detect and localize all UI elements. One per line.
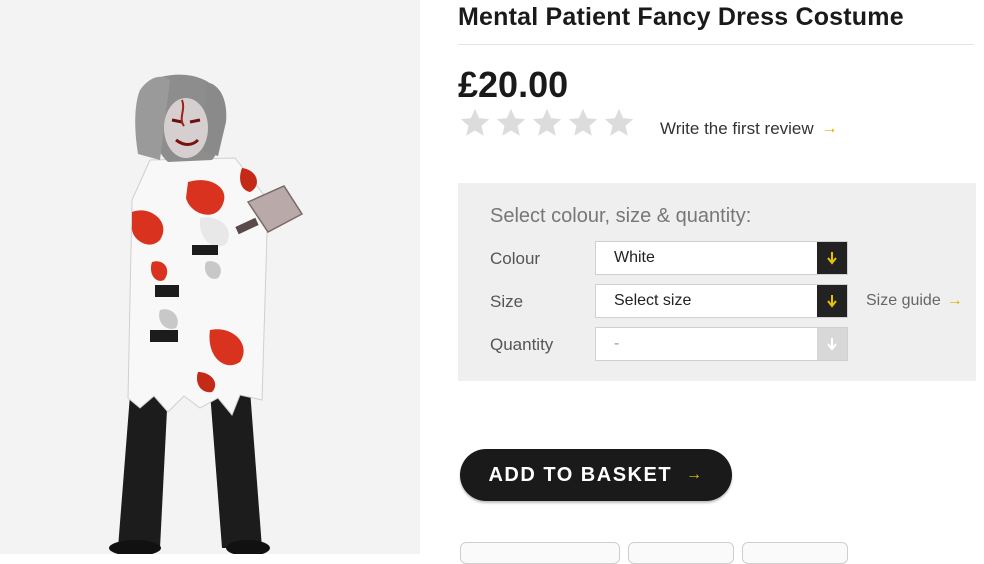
rating-stars bbox=[458, 106, 636, 140]
quantity-select[interactable]: - bbox=[595, 327, 848, 361]
options-panel: Select colour, size & quantity: Colour W… bbox=[458, 183, 976, 381]
product-price: £20.00 bbox=[458, 64, 569, 105]
title-divider bbox=[458, 44, 974, 45]
product-title: Mental Patient Fancy Dress Costume bbox=[458, 3, 904, 31]
star-icon bbox=[460, 108, 490, 136]
arrow-right-icon: → bbox=[686, 466, 704, 483]
secondary-button[interactable] bbox=[460, 542, 620, 564]
arrow-down-icon[interactable] bbox=[817, 328, 847, 360]
write-review-label: Write the first review bbox=[660, 119, 814, 138]
colour-value: White bbox=[614, 249, 655, 266]
size-value: Select size bbox=[614, 292, 692, 309]
size-label: Size bbox=[490, 292, 524, 311]
add-to-basket-label: ADD TO BASKET bbox=[488, 463, 673, 486]
write-review-link[interactable]: Write the first review → bbox=[660, 119, 838, 139]
star-icon bbox=[532, 108, 562, 136]
colour-label: Colour bbox=[490, 249, 541, 268]
arrow-right-icon: → bbox=[946, 292, 963, 309]
arrow-right-icon: → bbox=[821, 120, 838, 137]
size-guide-link[interactable]: Size guide → bbox=[866, 292, 963, 310]
secondary-button[interactable] bbox=[628, 542, 734, 564]
star-icon bbox=[568, 108, 598, 136]
colour-select[interactable]: White bbox=[595, 241, 848, 275]
star-icon bbox=[496, 108, 526, 136]
arrow-down-icon[interactable] bbox=[817, 242, 847, 274]
size-guide-label: Size guide bbox=[866, 292, 941, 309]
quantity-value: - bbox=[614, 335, 620, 352]
quantity-label: Quantity bbox=[490, 335, 554, 354]
costume-figure-illustration bbox=[0, 0, 420, 554]
product-image[interactable] bbox=[0, 0, 420, 554]
options-heading: Select colour, size & quantity: bbox=[490, 205, 752, 227]
secondary-button[interactable] bbox=[742, 542, 848, 564]
size-select[interactable]: Select size bbox=[595, 284, 848, 318]
star-icon bbox=[604, 108, 634, 136]
arrow-down-icon[interactable] bbox=[817, 285, 847, 317]
add-to-basket-button[interactable]: ADD TO BASKET → bbox=[460, 449, 732, 501]
